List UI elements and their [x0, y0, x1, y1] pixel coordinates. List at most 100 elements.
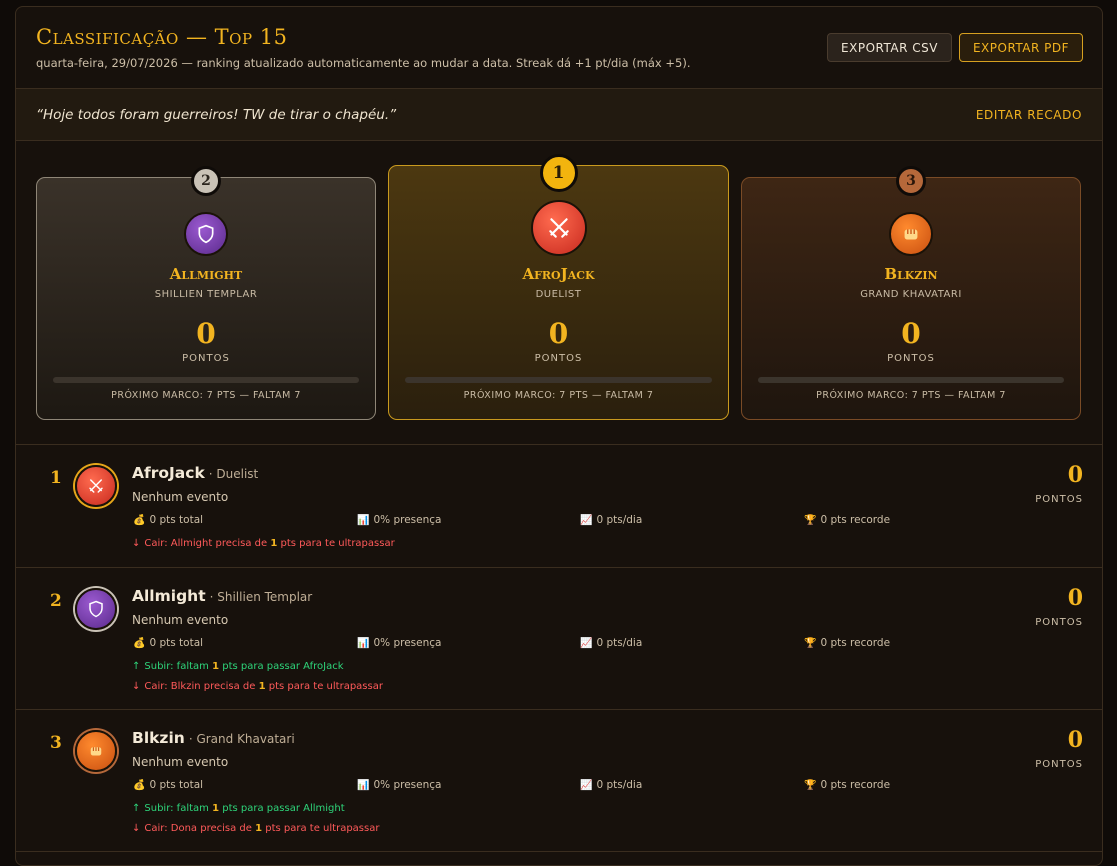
stat-total: 💰 0 pts total: [133, 514, 203, 526]
stat-value: 0 pts total: [149, 514, 204, 526]
ranking-row[interactable]: 1 AfroJack · Duelist Nenhum evento 💰 0 pts…: [16, 445, 1102, 568]
avatar: [75, 465, 117, 507]
row-class: · Duelist: [208, 467, 259, 481]
row-name: Allmight: [132, 587, 206, 605]
fall-hint: ↓ Cair: Blkzin precisa de 1 pts para te u…: [132, 681, 383, 692]
trend-chart-icon: 📈: [580, 514, 593, 526]
avatar: [184, 212, 228, 256]
hint-part: pts para te ultrapassar: [265, 681, 383, 692]
podium: 2 Allmight SHILLIEN TEMPLAR 0 PONTOS PRÓ…: [16, 141, 1102, 445]
stat-value: 0 pts total: [149, 779, 204, 791]
bar-chart-icon: 📊: [357, 779, 370, 791]
row-points-label: PONTOS: [1035, 759, 1083, 770]
rank-badge: 1: [539, 154, 578, 192]
row-event: Nenhum evento: [132, 613, 229, 627]
stat-value: 0 pts recorde: [820, 514, 891, 526]
hint-part: pts para passar Allmight: [219, 803, 345, 814]
hint-text: Cair: Dona precisa de 1 pts para te ultr…: [144, 823, 379, 834]
row-rank: 1: [50, 468, 62, 488]
hint-number: 1: [258, 681, 266, 692]
row-rank: 2: [50, 591, 62, 611]
hint-part: pts para passar AfroJack: [219, 661, 344, 672]
edit-notice-button[interactable]: EDITAR RECADO: [976, 108, 1082, 122]
podium-card-third[interactable]: 3 Blkzin GRAND KHAVATARI 0 PONTOS PRÓXIM…: [741, 166, 1081, 420]
hint-text: Subir: faltam 1 pts para passar AfroJack: [144, 661, 343, 672]
stat-total: 💰 0 pts total: [133, 779, 203, 791]
avatar: [530, 200, 587, 256]
stat-value: 0 pts/dia: [596, 514, 643, 526]
trophy-icon: 🏆: [804, 514, 817, 526]
hint-part: Subir: faltam: [144, 803, 213, 814]
ranking-row[interactable]: 2 Allmight · Shillien Templar Nenhum even…: [16, 568, 1102, 710]
arrow-down-icon: ↓: [132, 681, 141, 692]
stat-per-day: 📈 0 pts/dia: [580, 779, 642, 791]
ranking-row[interactable]: 3 Blkzin · Grand Khavatari Nenhum evento …: [16, 710, 1102, 852]
crossed-swords-icon: [548, 218, 569, 238]
row-points-label: PONTOS: [1035, 617, 1083, 628]
fist-icon: [904, 229, 918, 240]
podium-card-first[interactable]: 1 AfroJack DUELIST 0 PONTOS PRÓXIMO MARC…: [388, 154, 729, 420]
podium-card-second[interactable]: 2 Allmight SHILLIEN TEMPLAR 0 PONTOS PRÓ…: [36, 166, 376, 420]
milestone-text: PRÓXIMO MARCO: 7 PTS — FALTAM 7: [463, 390, 654, 401]
stat-value: 0 pts/dia: [596, 637, 643, 649]
trend-chart-icon: 📈: [580, 779, 593, 791]
stat-per-day: 📈 0 pts/dia: [580, 637, 642, 649]
trend-chart-icon: 📈: [580, 637, 593, 649]
export-pdf-button[interactable]: EXPORTAR PDF: [959, 33, 1083, 62]
milestone-progress-bar: [758, 377, 1064, 383]
row-points: 0: [1067, 585, 1083, 611]
stat-value: 0% presença: [373, 779, 442, 791]
row-name: Blkzin: [132, 729, 185, 747]
rise-hint: ↑ Subir: faltam 1 pts para passar Allmigh…: [132, 803, 345, 814]
notice-quote: “Hoje todos foram guerreiros! TW de tira…: [36, 106, 397, 123]
rank-badge: 3: [896, 166, 926, 196]
stat-value: 0% presença: [373, 514, 442, 526]
fist-icon: [90, 747, 102, 756]
hint-part: Cair: Dona precisa de: [144, 823, 256, 834]
arrow-up-icon: ↑: [132, 803, 141, 814]
fall-hint: ↓ Cair: Allmight precisa de 1 pts para te…: [132, 538, 395, 549]
stat-total: 💰 0 pts total: [133, 637, 203, 649]
export-csv-button[interactable]: EXPORTAR CSV: [827, 33, 952, 62]
podium-points: 0: [548, 317, 569, 350]
money-bag-icon: 💰: [133, 637, 146, 649]
hint-part: Subir: faltam: [144, 661, 213, 672]
hint-text: Cair: Blkzin precisa de 1 pts para te ul…: [144, 681, 383, 692]
hint-text: Cair: Allmight precisa de 1 pts para te …: [144, 538, 394, 549]
stat-presence: 📊 0% presença: [357, 637, 441, 649]
avatar: [75, 588, 117, 630]
hint-part: pts para te ultrapassar: [262, 823, 380, 834]
trophy-icon: 🏆: [804, 637, 817, 649]
podium-class: SHILLIEN TEMPLAR: [154, 289, 258, 300]
ranking-panel: Classificação — Top 15 quarta-feira, 29/…: [15, 6, 1103, 866]
crossed-swords-icon: [89, 479, 103, 493]
milestone-progress-bar: [53, 377, 359, 383]
podium-class: GRAND KHAVATARI: [860, 289, 962, 300]
fall-hint: ↓ Cair: Dona precisa de 1 pts para te ult…: [132, 823, 379, 834]
row-event: Nenhum evento: [132, 755, 229, 769]
hint-part: Cair: Allmight precisa de: [144, 538, 271, 549]
hint-text: Subir: faltam 1 pts para passar Allmight: [144, 803, 344, 814]
row-class: · Shillien Templar: [209, 590, 313, 604]
shield-icon: [198, 224, 214, 244]
row-event: Nenhum evento: [132, 490, 229, 504]
podium-points: 0: [901, 317, 921, 350]
hint-part: pts para te ultrapassar: [277, 538, 395, 549]
money-bag-icon: 💰: [133, 514, 146, 526]
row-points: 0: [1067, 462, 1083, 488]
avatar: [75, 730, 117, 772]
notice-bar: “Hoje todos foram guerreiros! TW de tira…: [16, 89, 1102, 141]
podium-class: DUELIST: [535, 289, 582, 300]
stat-record: 🏆 0 pts recorde: [804, 514, 890, 526]
stat-value: 0 pts total: [149, 637, 204, 649]
row-points: 0: [1067, 727, 1083, 753]
podium-points-label: PONTOS: [887, 353, 935, 364]
ranking-header: Classificação — Top 15 quarta-feira, 29/…: [16, 7, 1102, 89]
trophy-icon: 🏆: [804, 779, 817, 791]
hint-part: Cair: Blkzin precisa de: [144, 681, 259, 692]
milestone-text: PRÓXIMO MARCO: 7 PTS — FALTAM 7: [111, 390, 301, 401]
row-player: AfroJack · Duelist: [132, 464, 258, 482]
podium-name: Blkzin: [884, 265, 938, 283]
arrow-down-icon: ↓: [132, 823, 141, 834]
rise-hint: ↑ Subir: faltam 1 pts para passar AfroJac…: [132, 661, 344, 672]
